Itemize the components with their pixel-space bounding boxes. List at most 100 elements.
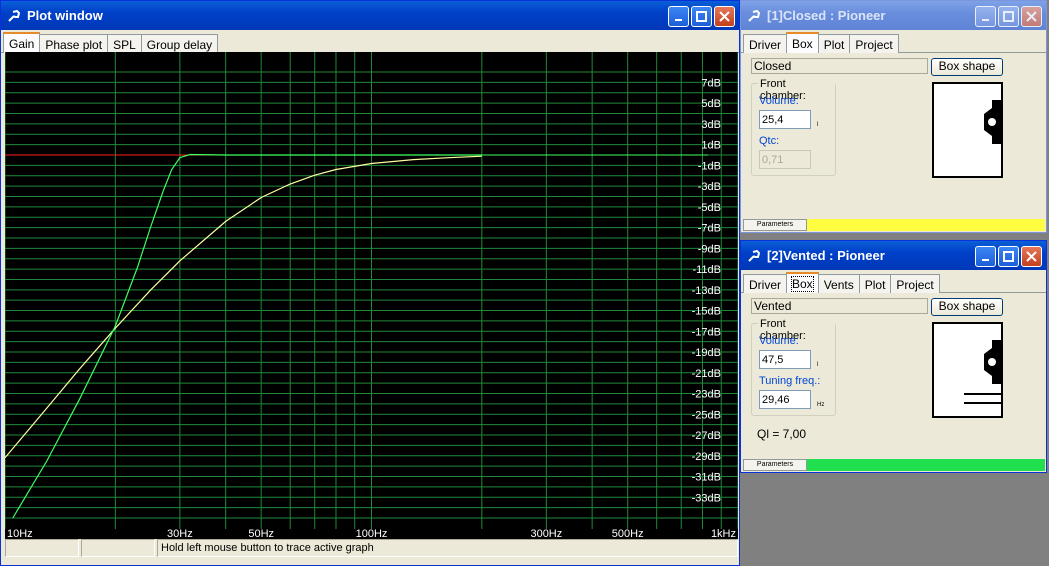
- vented-response-curve: [12, 153, 482, 519]
- minimize-button[interactable]: [975, 6, 996, 27]
- tab-driver[interactable]: Driver: [743, 274, 787, 293]
- y-tick-label: -13dB: [692, 285, 721, 297]
- y-tick-label: 3dB: [701, 119, 721, 131]
- y-tick-label: -1dB: [698, 160, 721, 172]
- tuning-freq-input[interactable]: 29,46: [759, 390, 811, 409]
- box-type-field: Vented: [751, 298, 928, 314]
- parameters-indicator: [807, 219, 1045, 231]
- box-shape-diagram: [932, 82, 1003, 178]
- box-shape-button[interactable]: Box shape: [931, 58, 1003, 76]
- y-tick-label: -17dB: [692, 326, 721, 338]
- volume-input[interactable]: 25,4: [759, 110, 811, 129]
- vented-box-window: [2]Vented : Pioneer Driver Box Vents Plo…: [740, 240, 1047, 473]
- tab-box[interactable]: Box: [786, 32, 819, 53]
- close-button[interactable]: [1021, 246, 1042, 267]
- x-tick-label: 300Hz: [530, 528, 562, 539]
- minimize-icon: [981, 258, 989, 261]
- speaker-icon: [984, 100, 1001, 144]
- y-tick-label: 5dB: [701, 98, 721, 110]
- y-tick-label: -27dB: [692, 430, 721, 442]
- qtc-field: 0,71: [759, 150, 811, 169]
- parameters-tab[interactable]: Parameters: [743, 459, 807, 471]
- y-tick-label: -7dB: [698, 223, 721, 235]
- tuning-freq-unit: Hz: [817, 402, 825, 408]
- maximize-icon: [1003, 11, 1014, 22]
- x-tick-label: 500Hz: [612, 528, 644, 539]
- box-shape-diagram: [932, 322, 1003, 418]
- close-button[interactable]: [714, 6, 735, 27]
- vented-tabs: Driver Box Vents Plot Project: [741, 271, 1046, 293]
- parameters-bar: Parameters: [743, 219, 1045, 231]
- y-tick-label: -33dB: [692, 492, 721, 504]
- y-tick-label: -11dB: [692, 264, 721, 276]
- maximize-button[interactable]: [998, 246, 1019, 267]
- qtc-label: Qtc:: [759, 135, 780, 147]
- parameters-indicator: [807, 459, 1045, 471]
- plot-tabs: Gain Phase plot SPL Group delay: [1, 31, 739, 53]
- gain-plot[interactable]: 7dB 5dB 3dB 1dB -1dB -3dB -5dB -7dB -9dB -11dB -13…: [5, 52, 738, 539]
- volume-input[interactable]: 47,5: [759, 350, 811, 369]
- plot-window: Plot window Gain Phase plot SPL Group de…: [0, 0, 740, 566]
- y-tick-label: -23dB: [692, 389, 721, 401]
- tuning-freq-label: Tuning freq.:: [759, 375, 821, 387]
- minimize-icon: [674, 18, 682, 21]
- plot-window-titlebar[interactable]: Plot window: [1, 1, 739, 30]
- tab-spl[interactable]: SPL: [107, 34, 142, 53]
- maximize-icon: [1003, 251, 1014, 262]
- closed-window-title: [1]Closed : Pioneer: [767, 8, 886, 23]
- plot-window-title: Plot window: [27, 8, 103, 23]
- tab-box[interactable]: Box: [786, 272, 819, 293]
- tab-project[interactable]: Project: [890, 274, 940, 293]
- close-button[interactable]: [1021, 6, 1042, 27]
- tab-gain[interactable]: Gain: [3, 32, 41, 53]
- x-tick-label: 10Hz: [7, 528, 33, 539]
- x-tick-label: 50Hz: [248, 528, 274, 539]
- status-bar: Hold left mouse button to trace active g…: [5, 539, 738, 559]
- parameters-bar: Parameters: [743, 459, 1045, 471]
- closed-window-titlebar[interactable]: [1]Closed : Pioneer: [741, 1, 1046, 30]
- y-tick-label: -19dB: [692, 347, 721, 359]
- maximize-button[interactable]: [998, 6, 1019, 27]
- y-tick-label: -5dB: [698, 202, 721, 214]
- app-icon: [748, 249, 761, 262]
- status-panel-2: [81, 539, 155, 557]
- minimize-button[interactable]: [975, 246, 996, 267]
- y-tick-label: -15dB: [692, 306, 721, 318]
- maximize-icon: [696, 11, 707, 22]
- app-icon: [8, 9, 21, 22]
- tab-driver[interactable]: Driver: [743, 34, 787, 53]
- x-tick-label: 1kHz: [711, 528, 736, 539]
- vent-port-bottom: [964, 402, 1003, 404]
- closed-tabs: Driver Box Plot Project: [741, 31, 1046, 53]
- y-tick-label: 1dB: [701, 140, 721, 152]
- tab-group-delay[interactable]: Group delay: [140, 34, 219, 53]
- close-icon: [719, 11, 730, 22]
- box-type-field: Closed: [751, 58, 928, 74]
- tab-plot[interactable]: Plot: [817, 34, 851, 53]
- minimize-button[interactable]: [668, 6, 689, 27]
- volume-unit: l: [817, 122, 819, 128]
- app-icon: [748, 9, 761, 22]
- maximize-button[interactable]: [691, 6, 712, 27]
- speaker-icon: [984, 340, 1001, 384]
- closed-response-curve: [5, 155, 482, 459]
- tab-plot[interactable]: Plot: [858, 274, 892, 293]
- y-tick-label: -29dB: [692, 451, 721, 463]
- parameters-tab[interactable]: Parameters: [743, 219, 807, 231]
- status-message: Hold left mouse button to trace active g…: [157, 539, 738, 557]
- closed-box-window: [1]Closed : Pioneer Driver Box Plot Proj…: [740, 0, 1047, 233]
- box-shape-button[interactable]: Box shape: [931, 298, 1003, 316]
- close-icon: [1026, 11, 1037, 22]
- tab-vents[interactable]: Vents: [817, 274, 860, 293]
- y-tick-label: -3dB: [698, 181, 721, 193]
- tab-project[interactable]: Project: [849, 34, 899, 53]
- tab-box-label: Box: [791, 276, 814, 292]
- y-tick-label: -21dB: [692, 368, 721, 380]
- minimize-icon: [981, 18, 989, 21]
- y-tick-label: 7dB: [701, 77, 721, 89]
- volume-label: Volume:: [759, 95, 799, 107]
- ql-value: Ql = 7,00: [757, 427, 807, 441]
- y-tick-label: -31dB: [692, 472, 721, 484]
- vented-window-titlebar[interactable]: [2]Vented : Pioneer: [741, 241, 1046, 270]
- tab-phase-plot[interactable]: Phase plot: [39, 34, 109, 53]
